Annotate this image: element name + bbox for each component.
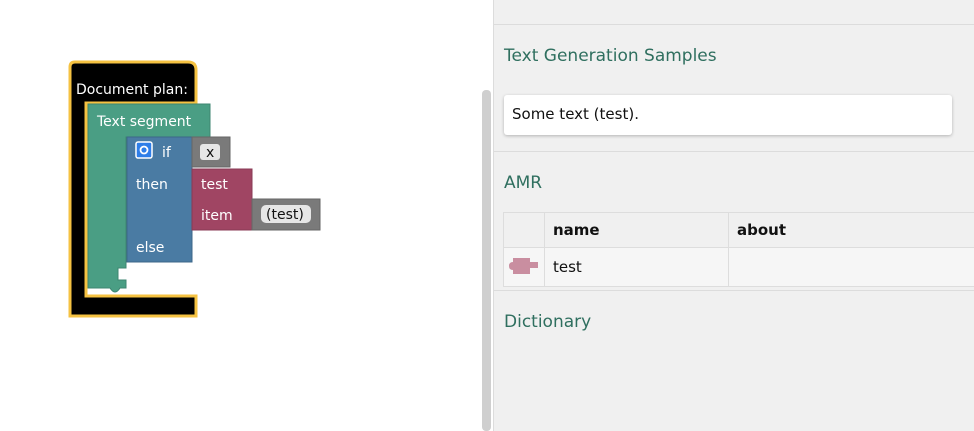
- else-label: else: [136, 240, 164, 256]
- table-header-row: name about: [503, 212, 974, 248]
- amr-block-label: test: [201, 177, 228, 193]
- right-panel: Text Generation Samples Some text (test)…: [493, 0, 974, 431]
- item-value: (test): [266, 207, 304, 223]
- section-divider: [494, 290, 974, 291]
- table-header-icon: [503, 212, 545, 248]
- samples-section-title[interactable]: Text Generation Samples: [494, 46, 717, 66]
- item-label: item: [201, 208, 233, 224]
- blockly-workspace[interactable]: Document plan: Text segment if then else…: [0, 0, 493, 431]
- workspace-scrollbar[interactable]: [482, 90, 491, 431]
- table-cell-about: [728, 247, 974, 287]
- blocks-canvas: Document plan: Text segment if then else…: [68, 60, 321, 318]
- table-cell-name: test: [544, 247, 729, 287]
- sample-card: Some text (test).: [504, 95, 952, 135]
- if-label: if: [162, 145, 172, 161]
- section-divider: [494, 151, 974, 152]
- document-plan-label: Document plan:: [76, 82, 188, 98]
- condition-value: x: [206, 145, 214, 161]
- gear-icon[interactable]: [135, 141, 153, 159]
- dictionary-section-title[interactable]: Dictionary: [494, 312, 591, 332]
- table-header-about: about: [728, 212, 974, 248]
- table-header-name: name: [544, 212, 729, 248]
- table-cell-icon[interactable]: [503, 247, 545, 287]
- amr-section-title[interactable]: AMR: [494, 173, 542, 193]
- then-label: then: [136, 177, 168, 193]
- text-segment-label: Text segment: [96, 114, 192, 130]
- puzzle-piece-icon[interactable]: [504, 248, 544, 282]
- amr-table: name about test: [503, 212, 974, 287]
- table-row[interactable]: test: [503, 247, 974, 287]
- panel-header-strip: [494, 0, 974, 25]
